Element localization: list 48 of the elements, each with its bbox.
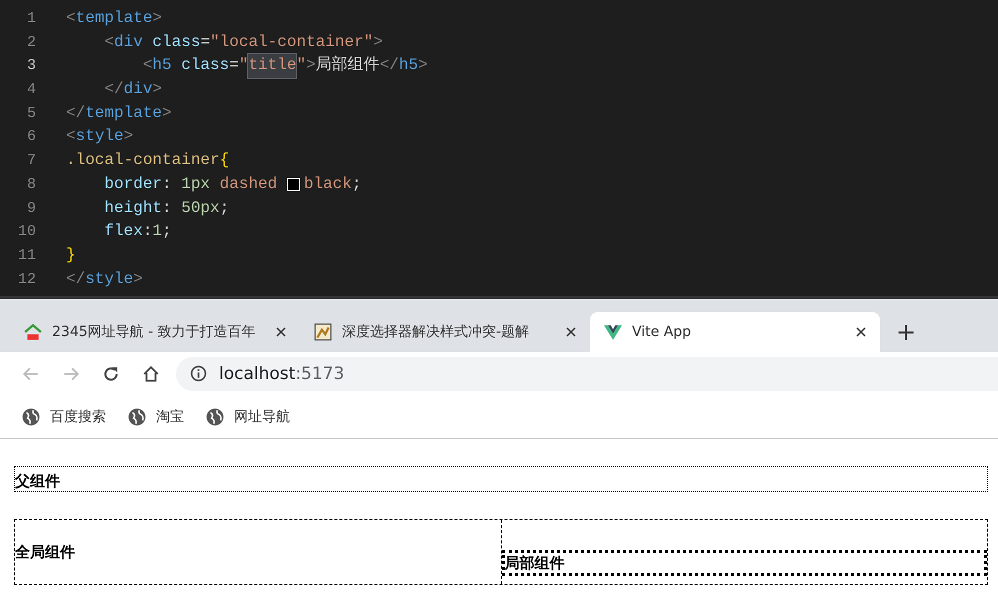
house-icon — [24, 323, 42, 341]
bookmark-link[interactable]: 百度搜索 — [22, 408, 106, 426]
line-number: 5 — [26, 104, 36, 124]
code-line: height: 50px; — [103, 198, 230, 218]
line-number: 6 — [26, 127, 36, 148]
home-icon[interactable] — [142, 364, 160, 382]
line-number: 8 — [26, 174, 36, 195]
code-line: border: 1px dashed black; — [103, 174, 362, 195]
line-number: 1 — [26, 9, 36, 29]
line-number: 4 — [26, 80, 36, 100]
code-line: <div class="local-container"> — [103, 32, 383, 53]
bookmark-link[interactable]: 淘宝 — [128, 408, 184, 426]
line-number: 9 — [26, 198, 36, 218]
close-icon[interactable] — [566, 327, 576, 337]
browser-tab[interactable]: Vite App — [590, 312, 880, 352]
new-tab-button[interactable]: + — [886, 312, 926, 352]
bookmark-link[interactable]: 网址导航 — [206, 408, 290, 426]
line-number: 7 — [26, 151, 36, 172]
code-line: flex:1; — [103, 221, 172, 242]
info-icon — [190, 365, 207, 382]
code-line: </template> — [66, 102, 172, 124]
local-component-title: 局部组件 — [502, 550, 987, 576]
line-number: 12 — [16, 270, 36, 290]
picture-icon — [314, 323, 332, 341]
browser-tab[interactable]: 深度选择器解决样式冲突-题解 — [300, 312, 590, 352]
close-icon[interactable] — [276, 327, 286, 337]
global-component-title: 全局组件 — [15, 542, 75, 562]
code-line: .local-container{ — [66, 150, 230, 172]
code-line: <h5 class="title">局部组件</h5> — [66, 54, 428, 78]
parent-component-title: 父组件 — [15, 472, 60, 491]
address-bar[interactable]: localhost:5173 — [176, 356, 998, 390]
url-text: localhost:5173 — [219, 364, 344, 384]
line-number: 3 — [26, 56, 36, 76]
code-line: <style> — [66, 126, 134, 148]
browser-tab[interactable]: 2345网址导航 - 致力于打造百年 — [10, 312, 300, 352]
line-number: 10 — [16, 222, 36, 242]
close-icon[interactable] — [856, 327, 866, 337]
globe-icon — [22, 408, 40, 426]
globe-icon — [206, 408, 224, 426]
reload-icon[interactable] — [102, 364, 120, 382]
globe-icon — [128, 408, 146, 426]
code-line: } — [66, 244, 76, 266]
code-line: <template> — [66, 8, 162, 29]
vee-icon — [604, 323, 622, 341]
code-line: </style> — [66, 268, 143, 290]
line-number: 2 — [26, 32, 36, 53]
line-number: 11 — [16, 246, 36, 266]
code-line: </div> — [103, 79, 162, 100]
